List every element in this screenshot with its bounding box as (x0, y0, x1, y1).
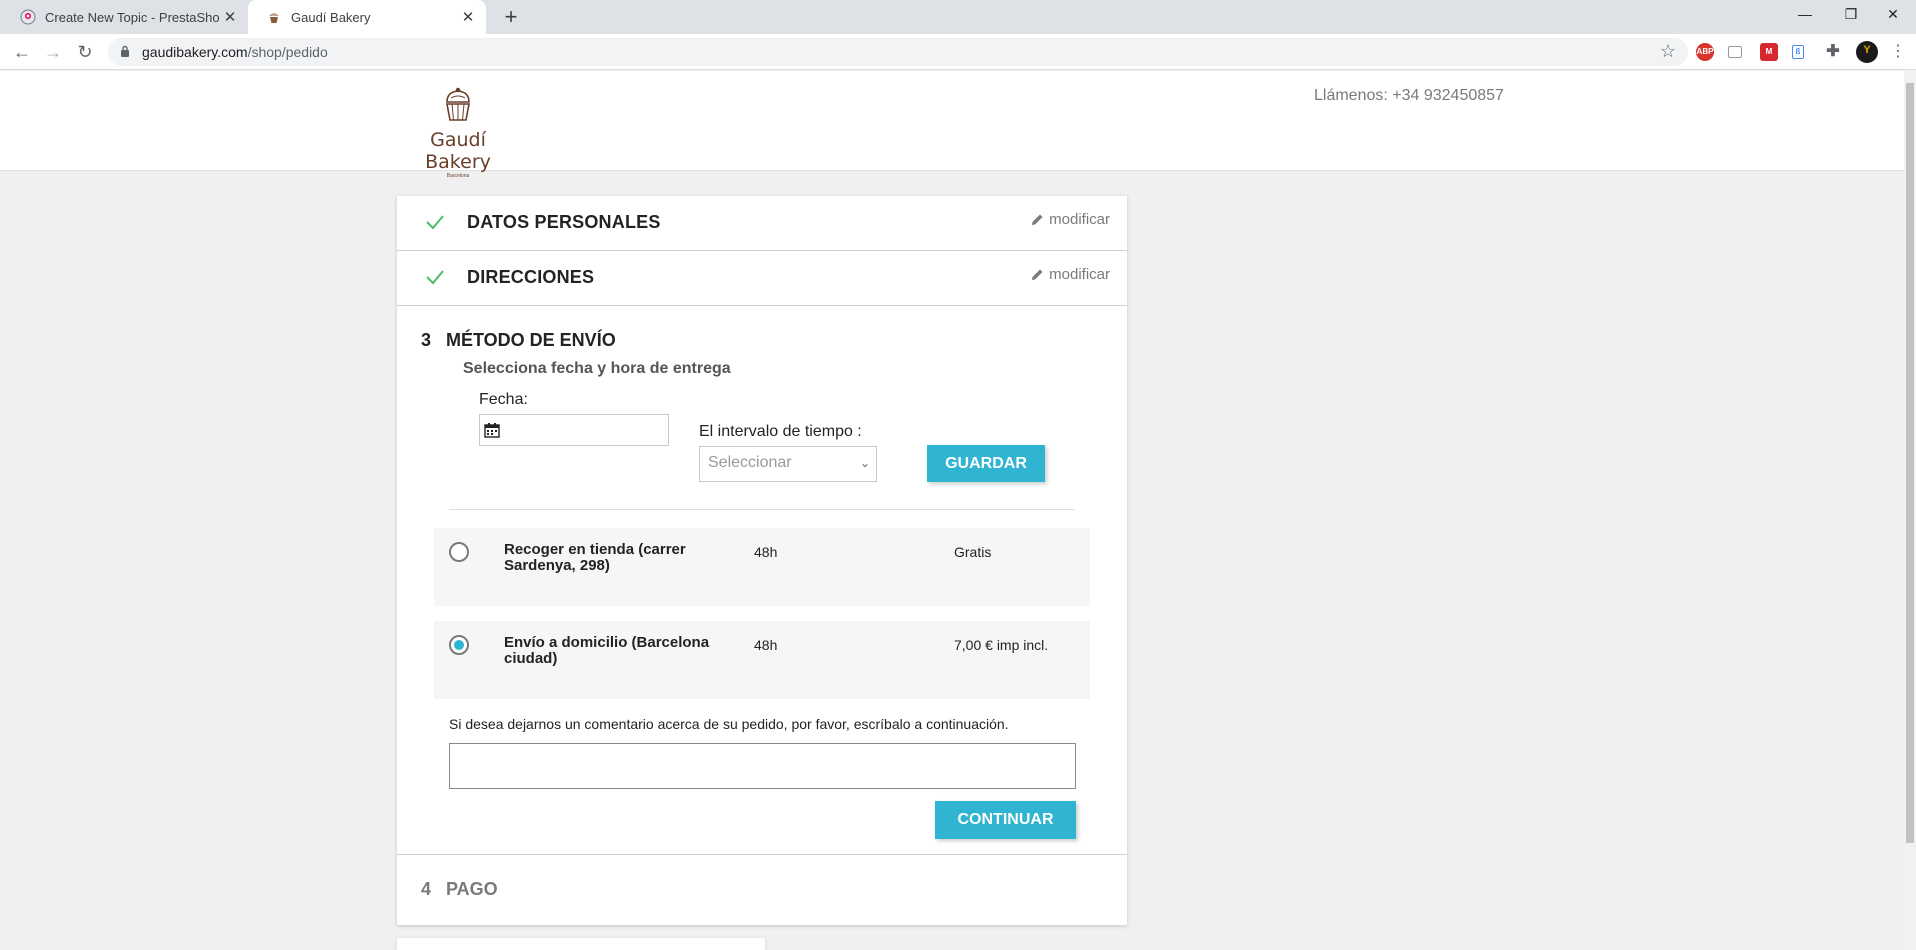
select-value: Seleccionar (708, 454, 792, 471)
reload-icon[interactable]: ↻ (73, 40, 97, 64)
save-button[interactable]: GUARDAR (927, 445, 1045, 482)
step-shipping-method: 3 MÉTODO DE ENVÍO Selecciona fecha y hor… (397, 306, 1127, 855)
mail-extension-icon[interactable]: M (1760, 43, 1778, 61)
comment-textarea[interactable] (449, 743, 1076, 789)
close-window-icon[interactable]: ✕ (1870, 0, 1916, 30)
minimize-icon[interactable]: — (1782, 0, 1828, 30)
comment-label: Si desea dejarnos un comentario acerca d… (449, 716, 1009, 732)
adblock-extension-icon[interactable]: ABP (1696, 43, 1714, 61)
edit-link[interactable]: modificar (1031, 266, 1110, 283)
carrier-price: Gratis (954, 544, 992, 560)
step-number: 3 (421, 330, 432, 350)
url-path: /shop/pedido (247, 44, 328, 60)
tab-title: Gaudí Bakery (291, 9, 371, 25)
edit-label: modificar (1049, 266, 1110, 283)
browser-tab[interactable]: Create New Topic - PrestaShop F ✕ (2, 0, 248, 34)
radio-dot (454, 640, 464, 650)
carrier-delay: 48h (754, 637, 778, 653)
browser-toolbar: ← → ↻ gaudibakery.com/shop/pedido ☆ ABP … (0, 34, 1916, 70)
site-logo[interactable]: Gaudí Bakery Barcelona (398, 86, 518, 179)
bookmark-star-icon[interactable]: ☆ (1660, 41, 1676, 62)
document-extension-icon[interactable]: ß (1792, 45, 1804, 59)
step-addresses[interactable]: DIRECCIONES modificar (397, 251, 1127, 306)
cupcake-logo-icon (446, 87, 470, 121)
back-arrow-icon[interactable]: ← (10, 40, 34, 64)
date-input[interactable] (479, 414, 669, 446)
site-header: Gaudí Bakery Barcelona Llámenos: +34 932… (0, 71, 1904, 179)
chevron-down-icon: ⌄ (859, 456, 870, 470)
carrier-option[interactable]: Recoger en tienda (carrer Sardenya, 298)… (434, 528, 1090, 606)
step-personal-data[interactable]: DATOS PERSONALES modificar (397, 196, 1127, 251)
logo-subtext: Barcelona (446, 173, 470, 179)
edit-label: modificar (1049, 211, 1110, 228)
delivery-subtitle: Selecciona fecha y hora de entrega (463, 360, 731, 377)
carrier-delay: 48h (754, 544, 778, 560)
check-icon (426, 270, 444, 285)
cupcake-favicon-icon (266, 9, 282, 25)
menu-dots-icon[interactable]: ⋮ (1886, 40, 1910, 64)
browser-tab-bar: Create New Topic - PrestaShop F ✕ Gaudí … (0, 0, 1916, 34)
prestashop-favicon-icon (20, 9, 36, 25)
browser-tab-active[interactable]: Gaudí Bakery ✕ (248, 0, 486, 34)
time-interval-label: El intervalo de tiempo : (699, 423, 862, 440)
step-title: DATOS PERSONALES (467, 212, 661, 232)
tab-title: Create New Topic - PrestaShop F (45, 9, 220, 25)
url-text: gaudibakery.com/shop/pedido (142, 44, 328, 60)
carrier-radio[interactable] (449, 542, 469, 562)
close-tab-icon[interactable]: ✕ (458, 8, 478, 26)
pencil-icon (1032, 269, 1043, 280)
carrier-radio-checked[interactable] (449, 635, 469, 655)
logo-text: Gaudí Bakery (425, 129, 491, 173)
check-icon (426, 215, 444, 230)
scrollbar-thumb[interactable] (1906, 83, 1914, 843)
carrier-option-selected[interactable]: Envío a domicilio (Barcelona ciudad) 48h… (434, 621, 1090, 699)
step-title: DIRECCIONES (467, 267, 595, 287)
puzzle-extensions-icon[interactable]: ✚ (1824, 43, 1842, 61)
cast-extension-icon[interactable] (1728, 46, 1742, 58)
carrier-price: 7,00 € imp incl. (954, 637, 1049, 653)
step-title: MÉTODO DE ENVÍO (446, 330, 616, 350)
new-tab-button[interactable]: + (498, 4, 524, 30)
profile-avatar[interactable]: Y (1856, 41, 1878, 63)
edit-link[interactable]: modificar (1031, 211, 1110, 228)
lock-icon (121, 45, 129, 57)
time-interval-select[interactable]: Seleccionar ⌄ (699, 446, 877, 482)
calendar-icon[interactable] (484, 422, 500, 438)
carrier-name: Recoger en tienda (carrer Sardenya, 298) (504, 541, 686, 574)
phone-contact: Llámenos: +34 932450857 (1314, 87, 1504, 104)
close-tab-icon[interactable]: ✕ (220, 8, 240, 26)
step-title: PAGO (446, 879, 498, 899)
carrier-name: Envío a domicilio (Barcelona ciudad) (504, 634, 710, 667)
checkout-steps: DATOS PERSONALES modificar DIRECCIONES m… (397, 196, 1127, 925)
address-bar[interactable]: gaudibakery.com/shop/pedido ☆ (108, 38, 1688, 66)
forward-arrow-icon[interactable]: → (41, 40, 65, 64)
divider (449, 509, 1075, 510)
url-host: gaudibakery.com (142, 44, 248, 60)
step-number: 4 (421, 879, 432, 899)
date-label: Fecha: (479, 391, 528, 408)
continue-button[interactable]: CONTINUAR (935, 801, 1076, 839)
pencil-icon (1032, 214, 1043, 225)
step-payment: 4 PAGO (397, 855, 1127, 925)
order-summary-card (397, 938, 765, 950)
restore-icon[interactable]: ❐ (1828, 0, 1874, 30)
page-scrollbar[interactable] (1904, 71, 1916, 950)
